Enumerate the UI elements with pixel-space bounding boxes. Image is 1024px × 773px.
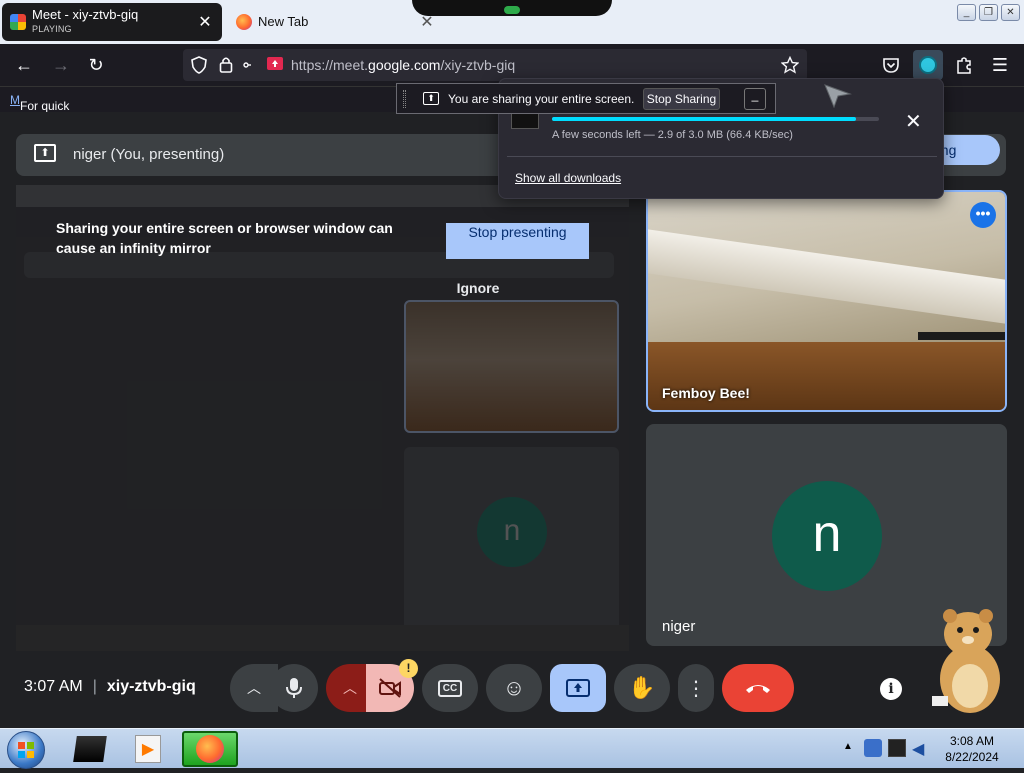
- clock-date: 8/22/2024: [945, 750, 999, 764]
- pocket-icon[interactable]: [882, 56, 900, 74]
- screen-share-indicator-icon[interactable]: [267, 57, 283, 72]
- raise-hand-icon: ✋: [628, 675, 656, 700]
- terminal-icon: [73, 736, 107, 762]
- tracking-shield-icon[interactable]: [191, 56, 207, 74]
- microphone-icon: [286, 678, 302, 698]
- stop-presenting-warning-button[interactable]: Stop presenting: [446, 223, 589, 259]
- participant-name: niger: [662, 618, 696, 635]
- close-window-icon[interactable]: ✕: [1001, 4, 1020, 21]
- taskbar-app-media-player[interactable]: ▶: [120, 731, 176, 767]
- download-progress-bar: [552, 117, 879, 121]
- bookmark-star-icon[interactable]: [781, 56, 799, 74]
- back-arrow-icon[interactable]: ←: [13, 54, 35, 76]
- tab-title: Meet - xiy-ztvb-giq: [32, 8, 139, 22]
- maximize-window-icon[interactable]: ❐: [979, 4, 998, 21]
- forward-arrow-icon[interactable]: →: [50, 54, 72, 76]
- microphone-button[interactable]: [270, 664, 318, 712]
- participant-name: Femboy Bee!: [662, 385, 750, 401]
- tab-new-tab[interactable]: New Tab ✕: [228, 4, 444, 40]
- taskbar-clock[interactable]: 3:08 AM 8/22/2024: [942, 733, 1002, 765]
- stop-sharing-button[interactable]: Stop Sharing: [643, 88, 720, 110]
- address-bar[interactable]: https://meet.google.com/xiy-ztvb-giq: [183, 49, 807, 81]
- chevron-up-icon: ︿: [343, 680, 357, 696]
- start-button[interactable]: [7, 731, 45, 769]
- meeting-info-separator: |: [92, 678, 97, 695]
- show-all-downloads-link[interactable]: Show all downloads: [515, 171, 621, 185]
- drag-handle-icon[interactable]: [403, 90, 406, 108]
- minimize-window-icon[interactable]: _: [957, 4, 976, 21]
- downloads-button[interactable]: [913, 50, 943, 80]
- end-call-icon: [746, 685, 770, 693]
- windows-taskbar: ▶ ▲ ◀ 3:08 AM 8/22/2024: [0, 728, 1024, 769]
- lock-icon[interactable]: [219, 56, 233, 73]
- taskbar-app-firefox[interactable]: [182, 731, 238, 767]
- camera-off-icon: [379, 678, 401, 698]
- emoji-icon: ☺: [502, 675, 526, 700]
- video-feed-detail: [648, 342, 1005, 410]
- video-feed-detail: [918, 332, 1005, 340]
- tray-app-icon[interactable]: [864, 739, 882, 757]
- meet-main: ⬆ niger (You, presenting) nting n Sharin…: [0, 112, 1024, 728]
- present-screen-icon: ⬆: [34, 144, 56, 162]
- tab-meet[interactable]: Meet - xiy-ztvb-giq PLAYING ✕: [2, 3, 222, 41]
- hamburger-menu-icon[interactable]: ☰: [989, 54, 1011, 76]
- media-player-icon: ▶: [135, 735, 161, 763]
- minimize-indicator-icon[interactable]: _: [744, 88, 766, 110]
- show-hidden-icons-button[interactable]: ▲: [843, 741, 853, 752]
- meet-favicon-icon: [10, 14, 26, 30]
- permissions-icon[interactable]: [243, 57, 263, 73]
- tray-volume-icon[interactable]: ◀: [912, 739, 930, 758]
- extensions-puzzle-icon[interactable]: [955, 56, 973, 74]
- download-progress-icon: [919, 56, 937, 74]
- close-tab-icon[interactable]: ✕: [196, 12, 214, 32]
- avatar: n: [772, 481, 882, 591]
- firefox-icon: [196, 735, 224, 763]
- camera-warning-badge: !: [399, 659, 418, 678]
- browser-tab-strip: Meet - xiy-ztvb-giq PLAYING ✕ New Tab ✕ …: [0, 0, 1024, 44]
- reload-icon[interactable]: ↻: [85, 54, 107, 76]
- closed-captions-icon: CC: [437, 679, 463, 697]
- tab-title: New Tab: [258, 15, 309, 29]
- presenting-label: niger (You, presenting): [73, 146, 225, 163]
- taskbar-app-terminal[interactable]: [62, 731, 118, 767]
- download-status: A few seconds left — 2.9 of 3.0 MB (66.4…: [552, 129, 793, 141]
- clock-time: 3:08 AM: [949, 734, 995, 748]
- more-options-button[interactable]: ⋮: [678, 664, 714, 712]
- cancel-download-icon[interactable]: ✕: [905, 109, 922, 134]
- participant-tile-femboy-bee[interactable]: ••• Femboy Bee!: [646, 190, 1007, 412]
- ignore-button[interactable]: Ignore: [440, 280, 516, 300]
- meeting-time: 3:07 AM: [24, 678, 83, 695]
- captions-button[interactable]: CC: [422, 664, 478, 712]
- mouse-cursor-icon: [824, 84, 852, 108]
- camera-notch: [412, 0, 612, 16]
- camera-led-icon: [504, 6, 520, 14]
- raise-hand-button[interactable]: ✋: [614, 664, 670, 712]
- window-controls: _ ❐ ✕: [957, 4, 1020, 21]
- chevron-up-icon: ︿: [247, 680, 261, 696]
- meeting-info: 3:07 AM | xiy-ztvb-giq: [24, 678, 196, 696]
- sharing-status-text: You are sharing your entire screen.: [448, 92, 635, 106]
- screen-sharing-indicator: ⬆ You are sharing your entire screen. St…: [396, 83, 776, 114]
- more-vertical-icon: ⋮: [686, 677, 706, 700]
- infinity-mirror-warning: Sharing your entire screen or browser wi…: [56, 220, 393, 256]
- meet-control-bar: 3:07 AM | xiy-ztvb-giq ︿ ︿ ! CC ☺ ✋ ⋮ i: [0, 652, 1024, 728]
- firefox-favicon-icon: [236, 14, 252, 30]
- bookmarks-hint-text: For quick access, place your bookmarks h…: [10, 93, 79, 211]
- bookmarks-link[interactable]: M: [10, 93, 20, 107]
- divider: [507, 156, 937, 157]
- leave-call-button[interactable]: [722, 664, 794, 712]
- windows-logo-icon: [18, 742, 34, 758]
- share-screen-icon: ⬆: [423, 92, 439, 105]
- meeting-details-info-icon[interactable]: i: [880, 678, 902, 700]
- present-screen-icon: [566, 679, 590, 697]
- tray-network-icon[interactable]: [888, 739, 906, 757]
- reactions-button[interactable]: ☺: [486, 664, 542, 712]
- more-options-icon[interactable]: •••: [970, 202, 996, 228]
- tab-playing-label: PLAYING: [32, 24, 72, 34]
- present-button[interactable]: [550, 664, 606, 712]
- url-text[interactable]: https://meet.google.com/xiy-ztvb-giq: [291, 57, 515, 73]
- download-progress-fill: [552, 117, 857, 121]
- meeting-code: xiy-ztvb-giq: [106, 678, 196, 695]
